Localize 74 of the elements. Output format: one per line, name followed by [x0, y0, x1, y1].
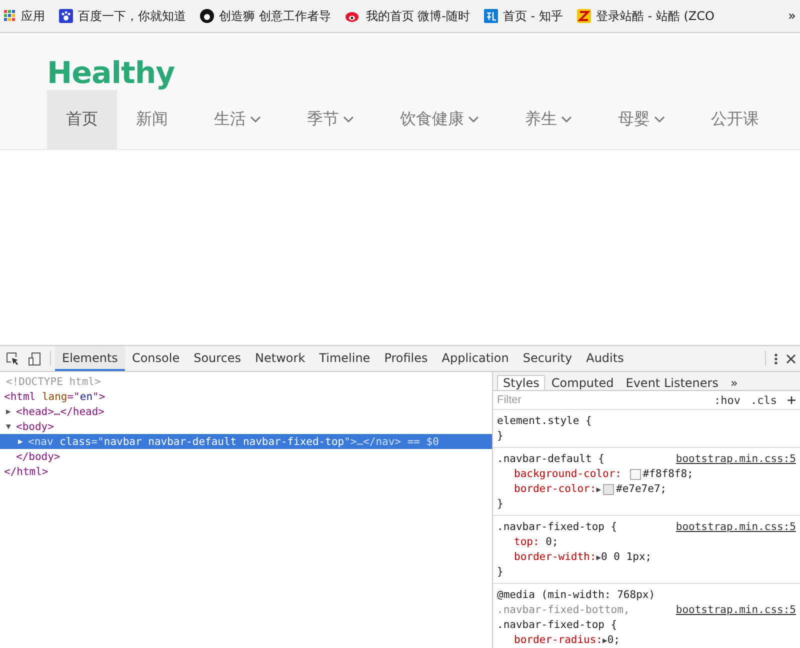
bookmark-link[interactable]: 创造狮 创意工作者导 — [200, 8, 331, 24]
devtools-tab[interactable]: Profiles — [377, 346, 435, 371]
nav-item[interactable]: 生活 — [195, 90, 280, 149]
closing-brace: } — [497, 566, 504, 578]
nav-item[interactable]: 首页 — [47, 90, 117, 149]
devtools-tab[interactable]: Sources — [186, 346, 248, 371]
chevron-down-icon — [468, 116, 479, 123]
property-name: background-color: — [514, 467, 622, 482]
dom-line[interactable]: ▼ <body> — [0, 419, 492, 434]
devtools-tab[interactable]: Security — [516, 346, 580, 371]
chevron-down-icon — [250, 116, 261, 123]
bookmark-link[interactable]: 我的首页 微博-随时 — [344, 8, 470, 24]
bookmark-link[interactable]: 首页 - 知乎 — [484, 8, 563, 24]
sidebar-tab[interactable]: Computed — [545, 375, 620, 390]
chevron-down-icon — [654, 116, 665, 123]
source-link[interactable]: bootstrap.min.css:5 — [676, 452, 796, 467]
sidebar-tab[interactable]: Styles — [497, 375, 546, 390]
property-value: #f8f8f8; — [642, 467, 694, 482]
dom-line[interactable]: <html lang="en"> — [0, 389, 492, 404]
paw-icon — [59, 9, 73, 23]
rule-selector: element.style { — [497, 414, 592, 429]
property-name: top: — [514, 535, 540, 550]
source-link[interactable]: bootstrap.min.css:5 — [676, 603, 796, 618]
nav-item[interactable]: 饮食健康 — [381, 90, 498, 149]
more-tabs-button[interactable]: » — [724, 375, 744, 390]
property-name: border-width: — [514, 550, 596, 565]
color-swatch[interactable] — [630, 469, 641, 480]
property-name: border-color: — [514, 482, 596, 497]
rule-selector: .navbar-fixed-bottom, — [497, 603, 630, 618]
z-logo-icon — [576, 9, 591, 23]
apps-grid-icon — [4, 10, 16, 22]
bookmark-link[interactable]: 百度一下，你就知道 — [59, 8, 186, 24]
chevron-down-icon — [343, 116, 354, 123]
closing-brace: } — [497, 430, 504, 442]
property-value: 0; — [607, 633, 620, 648]
add-rule-button[interactable]: + — [786, 391, 796, 409]
rule-selector: .navbar-default { — [497, 452, 604, 467]
filter-field[interactable]: Filter — [497, 394, 704, 406]
dom-line[interactable]: </html> — [4, 466, 48, 478]
devtools-tab[interactable]: Timeline — [312, 346, 378, 371]
expand-arrow[interactable]: ▶ — [602, 633, 608, 648]
dom-line[interactable]: </body> — [16, 450, 60, 462]
chevron-down-icon — [561, 116, 572, 123]
bookmark-link[interactable]: 登录站酷 - 站酷 (ZCO — [576, 8, 714, 24]
color-swatch[interactable] — [603, 484, 614, 495]
eye-logo-icon — [344, 9, 361, 23]
property-value: 0 0 1px; — [601, 550, 652, 565]
hover-toggle[interactable]: :hov — [714, 394, 740, 406]
devtools-tab[interactable]: Network — [248, 346, 312, 371]
source-link[interactable]: bootstrap.min.css:5 — [676, 520, 796, 535]
property-name: border-radius: — [514, 633, 603, 648]
closing-brace: } — [497, 498, 504, 510]
devtools-tab[interactable]: Audits — [579, 346, 631, 371]
nav-item[interactable]: 母婴 — [599, 90, 684, 149]
rule-selector: .navbar-fixed-top { — [497, 618, 618, 633]
media-query: @media (min-width: 768px) — [497, 588, 656, 603]
more-bookmarks-button[interactable]: » — [788, 8, 796, 24]
dom-line[interactable]: ▶ <head>…</head> — [0, 404, 492, 419]
expand-arrow[interactable]: ▶ — [596, 550, 602, 565]
nav-item[interactable]: 新闻 — [117, 90, 187, 149]
nav-item[interactable]: 养生 — [506, 90, 591, 149]
rule-selector: .navbar-fixed-top { — [497, 520, 618, 535]
class-toggle[interactable]: .cls — [750, 394, 777, 406]
sidebar-tab[interactable]: Event Listeners — [620, 375, 724, 390]
property-value: 0; — [546, 535, 558, 550]
bookmark-link[interactable]: 应用 — [4, 8, 45, 24]
nav-item[interactable]: 季节 — [288, 90, 373, 149]
devtools-tab[interactable]: Elements — [55, 346, 125, 371]
zhi-logo-icon — [484, 9, 498, 23]
devtools-tab[interactable]: Console — [124, 346, 187, 371]
devtools-tab[interactable]: Application — [434, 346, 516, 371]
expand-arrow[interactable]: ▶ — [596, 482, 602, 497]
property-value: #e7e7e7; — [616, 482, 667, 497]
nav-item[interactable]: 公开课 — [692, 90, 778, 149]
